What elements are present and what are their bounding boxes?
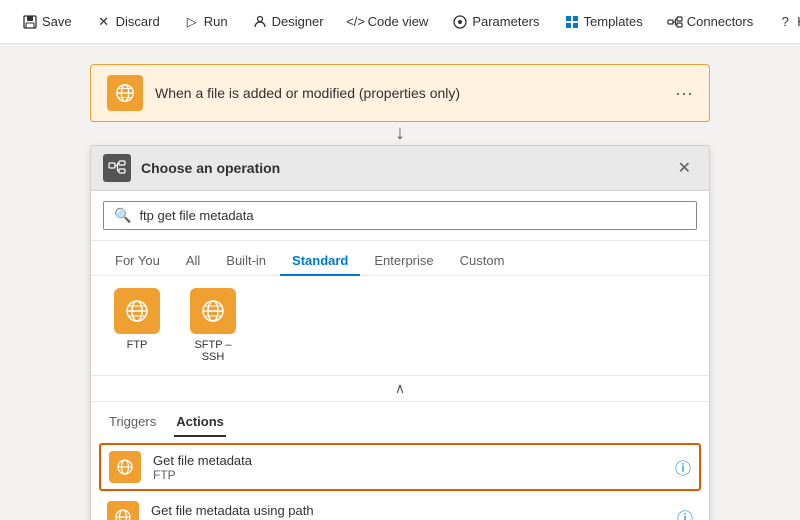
operation-tabs: For You All Built-in Standard Enterprise… [91, 241, 709, 276]
subtab-triggers[interactable]: Triggers [107, 408, 158, 437]
result-item-getfilemetadata[interactable]: Get file metadata FTP ⓘ [99, 443, 701, 491]
templates-label: Templates [584, 14, 643, 29]
results-list: Get file metadata FTP ⓘ Get file metadat… [91, 437, 709, 520]
run-label: Run [204, 14, 228, 29]
search-icon: 🔍 [114, 207, 131, 224]
search-input[interactable] [139, 208, 686, 223]
collapse-button[interactable]: ∧ [91, 376, 709, 402]
result-text-2: Get file metadata using path FTP [151, 503, 665, 520]
save-label: Save [42, 14, 72, 29]
save-icon [22, 14, 38, 30]
connector-sftp-icon [190, 288, 236, 334]
dialog-header-icon [103, 154, 131, 182]
result-icon-ftp [109, 451, 141, 483]
connectors-grid: FTP SFTP – SSH [91, 276, 709, 376]
result-info-icon-0[interactable]: ⓘ [675, 455, 691, 479]
designer-label: Designer [272, 14, 324, 29]
help-button[interactable]: ? Help [767, 8, 800, 36]
connector-sftp-label: SFTP – SSH [183, 339, 243, 363]
discard-label: Discard [116, 14, 160, 29]
designer-button[interactable]: Designer [242, 8, 334, 36]
result-sub: FTP [153, 468, 663, 482]
flow-arrow: ↓ [390, 122, 410, 145]
tab-foryou[interactable]: For You [103, 247, 172, 276]
parameters-label: Parameters [472, 14, 539, 29]
templates-icon [564, 14, 580, 30]
result-text: Get file metadata FTP [153, 453, 663, 482]
connector-ftp[interactable]: FTP [107, 288, 167, 363]
help-icon: ? [777, 14, 793, 30]
connector-sftp[interactable]: SFTP – SSH [183, 288, 243, 363]
discard-button[interactable]: ✕ Discard [86, 8, 170, 36]
trigger-icon [107, 75, 143, 111]
chevron-up-icon: ∧ [395, 380, 405, 397]
tab-custom[interactable]: Custom [448, 247, 517, 276]
connectors-button[interactable]: Connectors [657, 8, 763, 36]
result-name: Get file metadata [153, 453, 663, 468]
tab-standard[interactable]: Standard [280, 247, 360, 276]
discard-icon: ✕ [96, 14, 112, 30]
codeview-button[interactable]: </> Code view [338, 8, 439, 36]
codeview-icon: </> [348, 14, 364, 30]
connectors-label: Connectors [687, 14, 753, 29]
tab-all[interactable]: All [174, 247, 212, 276]
save-button[interactable]: Save [12, 8, 82, 36]
trigger-block[interactable]: When a file is added or modified (proper… [90, 64, 710, 122]
parameters-button[interactable]: Parameters [442, 8, 549, 36]
parameters-icon [452, 14, 468, 30]
operation-dialog: Choose an operation ✕ 🔍 For You All Buil… [90, 145, 710, 520]
dialog-header: Choose an operation ✕ [91, 146, 709, 191]
canvas: When a file is added or modified (proper… [0, 44, 800, 520]
result-info-icon-1[interactable]: ⓘ [677, 505, 693, 520]
toolbar: Save ✕ Discard ▷ Run Designer </> Code v… [0, 0, 800, 44]
result-item-getfilemetadatapath[interactable]: Get file metadata using path FTP ⓘ [91, 493, 709, 520]
subtab-actions[interactable]: Actions [174, 408, 226, 437]
dialog-close-button[interactable]: ✕ [672, 156, 697, 180]
run-icon: ▷ [184, 14, 200, 30]
dialog-title: Choose an operation [141, 160, 662, 176]
search-input-row: 🔍 [103, 201, 697, 230]
designer-icon [252, 14, 268, 30]
result-name-2: Get file metadata using path [151, 503, 665, 518]
sub-tabs: Triggers Actions [91, 402, 709, 437]
codeview-label: Code view [368, 14, 429, 29]
tab-builtin[interactable]: Built-in [214, 247, 278, 276]
result-icon-ftp-2 [107, 501, 139, 520]
tab-enterprise[interactable]: Enterprise [362, 247, 445, 276]
templates-button[interactable]: Templates [554, 8, 653, 36]
connector-ftp-icon [114, 288, 160, 334]
connector-ftp-label: FTP [127, 339, 148, 351]
search-section: 🔍 [91, 191, 709, 241]
trigger-title: When a file is added or modified (proper… [155, 85, 663, 101]
trigger-more-button[interactable]: ··· [675, 83, 693, 104]
connectors-icon [667, 14, 683, 30]
run-button[interactable]: ▷ Run [174, 8, 238, 36]
